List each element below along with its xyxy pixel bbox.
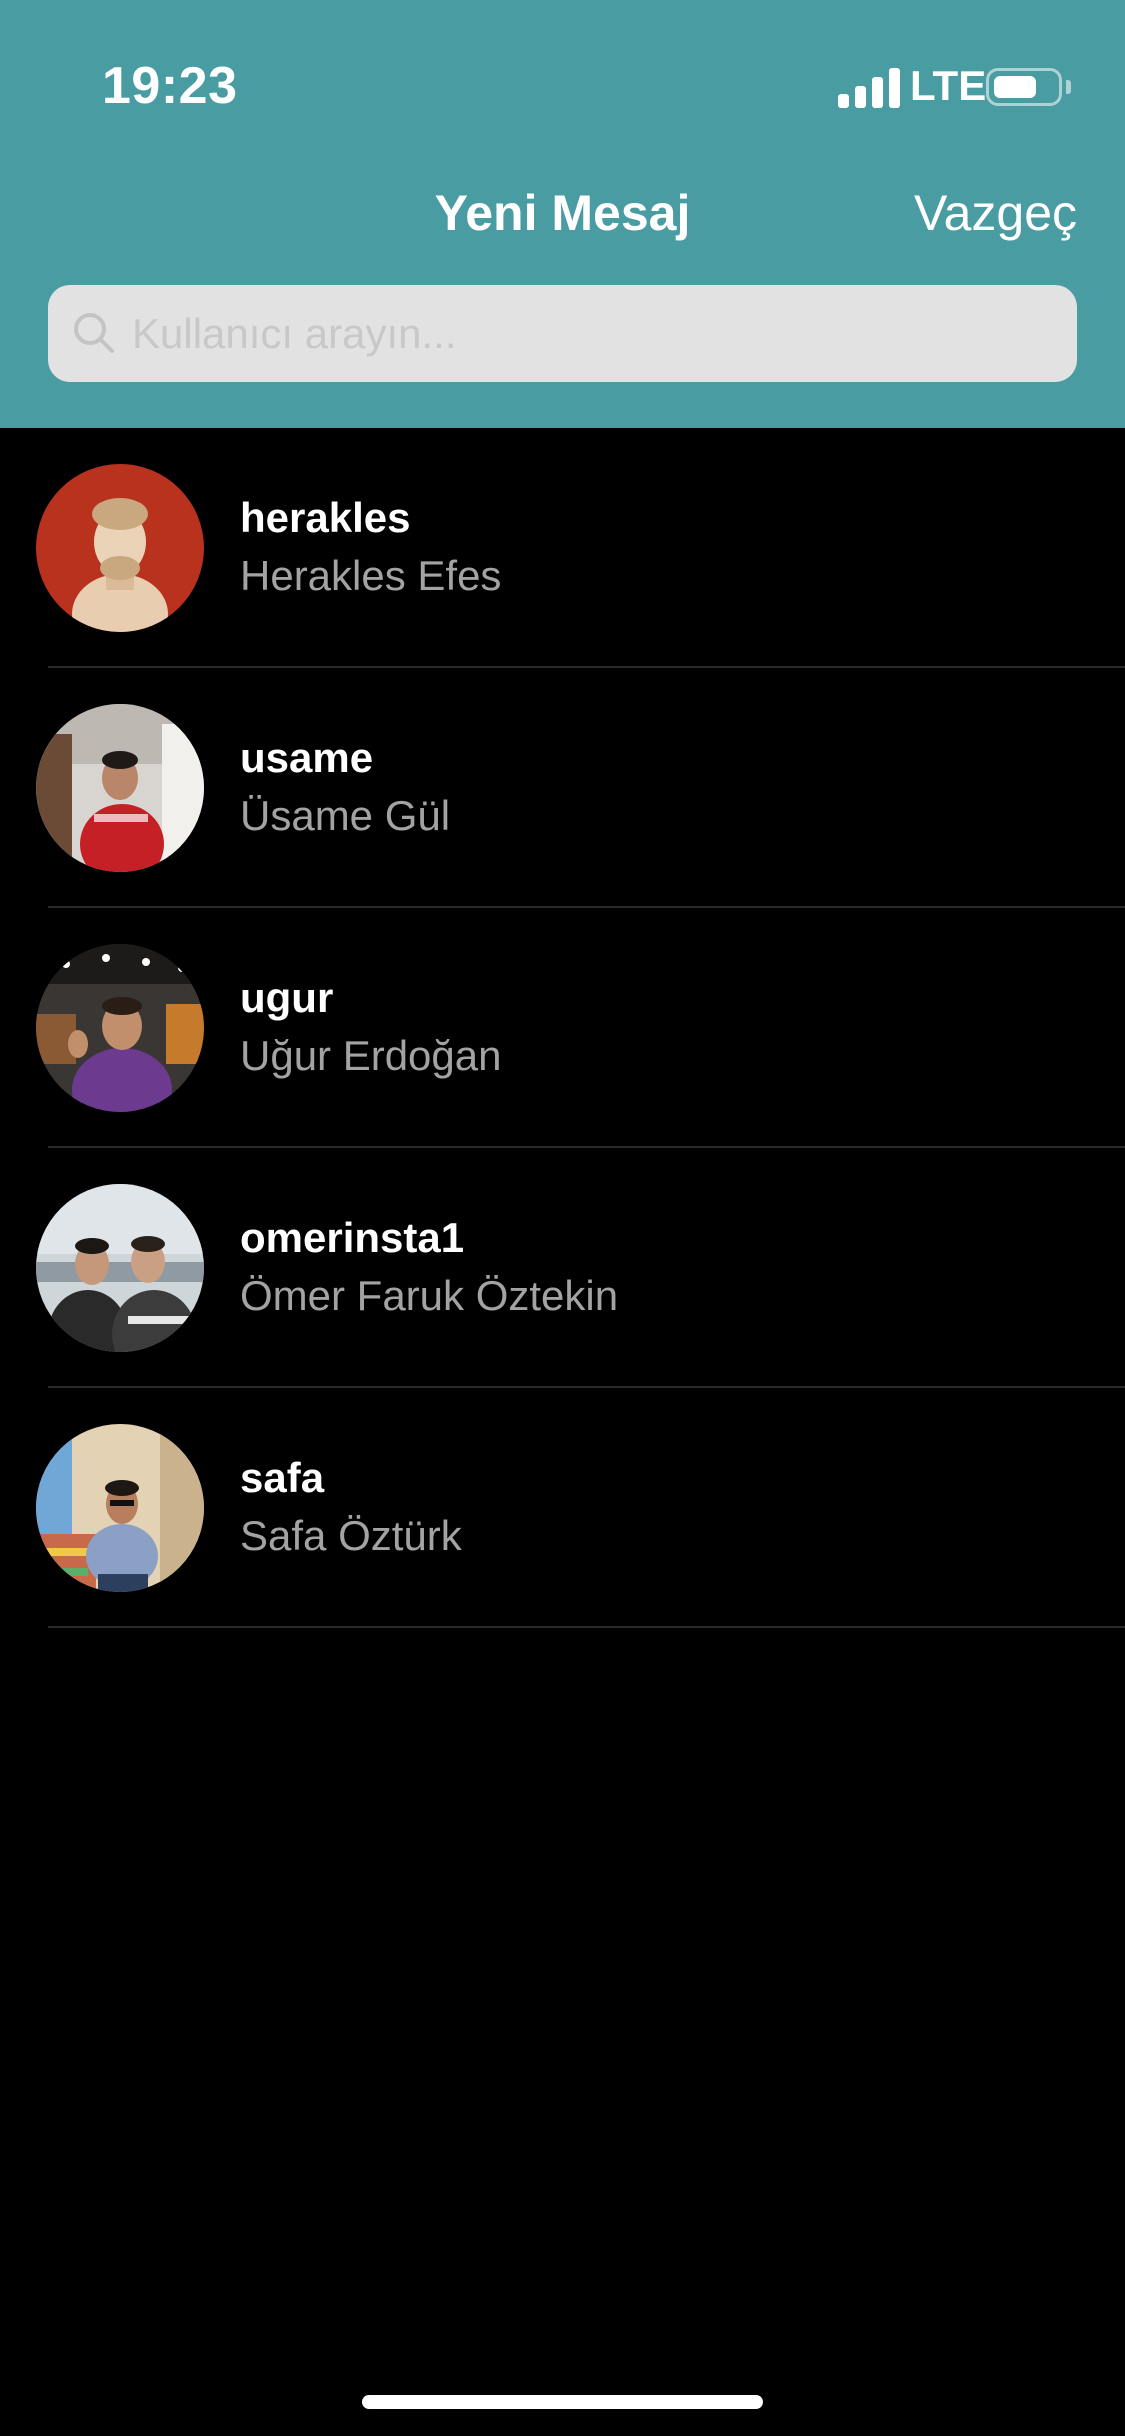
username: safa bbox=[240, 1454, 325, 1501]
user-list: herakles Herakles Efes usame Üsame Gül u… bbox=[0, 428, 1125, 1628]
home-indicator[interactable] bbox=[362, 2395, 763, 2409]
search-bar[interactable] bbox=[48, 285, 1077, 382]
user-row[interactable]: herakles Herakles Efes bbox=[0, 428, 1125, 668]
full-name: Ömer Faruk Öztekin bbox=[240, 1272, 619, 1319]
divider bbox=[48, 1626, 1125, 1628]
full-name: Herakles Efes bbox=[240, 552, 502, 599]
full-name: Safa Öztürk bbox=[240, 1512, 462, 1559]
user-row[interactable]: ugur Uğur Erdoğan bbox=[0, 908, 1125, 1148]
network-type: LTE bbox=[910, 62, 987, 109]
status-time: 19:23 bbox=[102, 57, 238, 115]
username: usame bbox=[240, 734, 374, 781]
battery-cap bbox=[1066, 80, 1071, 94]
status-bar: 19:23 LTE bbox=[0, 0, 1125, 140]
avatar bbox=[36, 944, 204, 1112]
battery-level bbox=[994, 76, 1036, 98]
user-row[interactable]: omerinsta1 Ömer Faruk Öztekin bbox=[0, 1148, 1125, 1388]
user-row[interactable]: safa Safa Öztürk bbox=[0, 1388, 1125, 1628]
search-input[interactable] bbox=[132, 285, 1052, 382]
avatar bbox=[36, 464, 204, 632]
search-icon bbox=[74, 313, 114, 353]
username: ugur bbox=[240, 974, 334, 1021]
header: 19:23 LTE Yeni Mesaj Vazgeç bbox=[0, 0, 1125, 428]
battery-icon bbox=[986, 68, 1062, 106]
avatar bbox=[36, 1184, 204, 1352]
username: herakles bbox=[240, 494, 411, 541]
username: omerinsta1 bbox=[240, 1214, 465, 1261]
signal-bars-icon bbox=[838, 66, 900, 108]
avatar bbox=[36, 1424, 204, 1592]
full-name: Üsame Gül bbox=[240, 792, 451, 839]
cancel-button[interactable]: Vazgeç bbox=[914, 184, 1077, 242]
user-row[interactable]: usame Üsame Gül bbox=[0, 668, 1125, 908]
avatar bbox=[36, 704, 204, 872]
full-name: Uğur Erdoğan bbox=[240, 1032, 502, 1079]
